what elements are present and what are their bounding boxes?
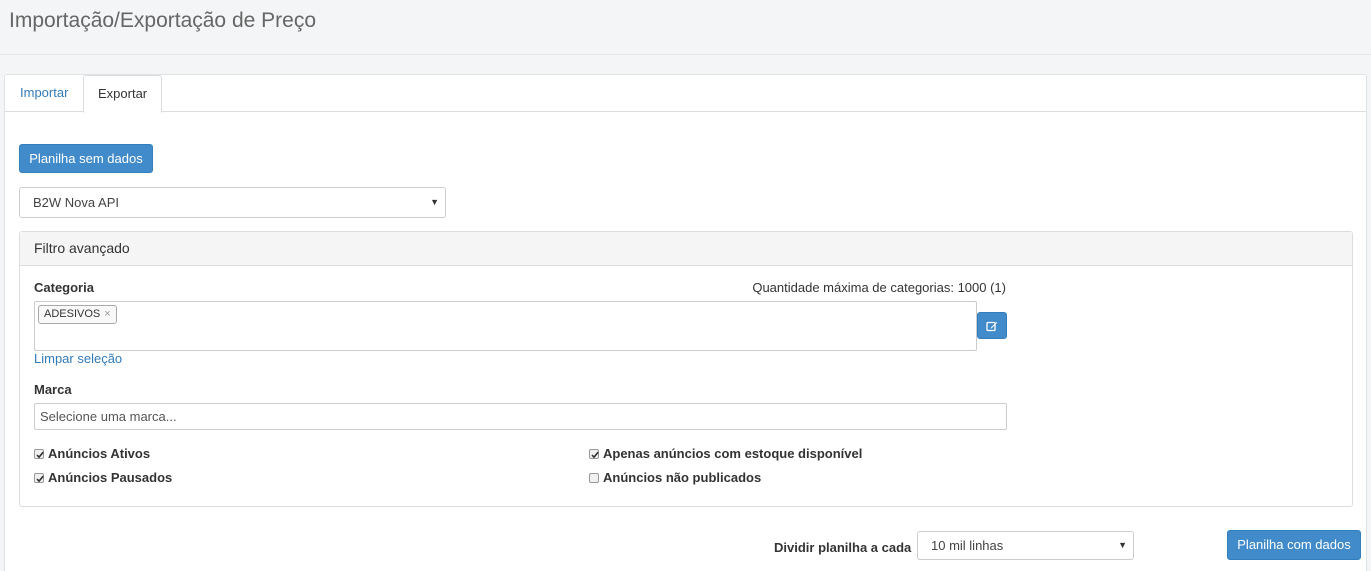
stock-only-checkbox[interactable]: Apenas anúncios com estoque disponível bbox=[589, 446, 862, 461]
split-label: Dividir planilha a cada bbox=[774, 540, 912, 555]
caret-down-icon: ▼ bbox=[430, 197, 439, 207]
checkbox-checked-icon bbox=[34, 472, 44, 483]
active-ads-label: Anúncios Ativos bbox=[48, 446, 151, 461]
brand-label: Marca bbox=[34, 382, 72, 397]
active-ads-checkbox[interactable]: Anúncios Ativos bbox=[34, 446, 150, 461]
split-select[interactable]: 10 mil linhas ▼ bbox=[917, 531, 1134, 560]
empty-sheet-button[interactable]: Planilha sem dados bbox=[19, 144, 153, 173]
page-header: Importação/Exportação de Preço bbox=[0, 0, 1371, 55]
checkbox-checked-icon bbox=[34, 448, 44, 459]
category-tag: ADESIVOS × bbox=[38, 305, 117, 324]
advanced-filter-heading: Filtro avançado bbox=[20, 232, 1352, 266]
export-card: Importar Exportar Planilha sem dados B2W… bbox=[4, 74, 1367, 571]
edit-icon bbox=[986, 321, 998, 331]
category-label: Categoria bbox=[34, 280, 94, 295]
marketplace-select[interactable]: B2W Nova API ▼ bbox=[19, 187, 446, 218]
page-title: Importação/Exportação de Preço bbox=[9, 9, 317, 32]
tab-exportar[interactable]: Exportar bbox=[83, 75, 163, 113]
brand-input[interactable] bbox=[34, 403, 1007, 430]
tag-remove-icon[interactable]: × bbox=[104, 308, 110, 320]
category-max-text: Quantidade máxima de categorias: 1000 (1… bbox=[752, 280, 1006, 295]
split-select-value: 10 mil linhas bbox=[931, 538, 1004, 553]
checkbox-unchecked-icon bbox=[589, 472, 599, 483]
category-tag-input[interactable]: ADESIVOS × bbox=[34, 301, 977, 351]
paused-ads-label: Anúncios Pausados bbox=[48, 470, 173, 485]
advanced-filter-panel: Filtro avançado Categoria Quantidade máx… bbox=[19, 231, 1353, 507]
tab-importar[interactable]: Importar bbox=[6, 75, 82, 112]
marketplace-select-value: B2W Nova API bbox=[33, 195, 119, 210]
category-edit-button[interactable] bbox=[977, 312, 1007, 339]
unpublished-ads-label: Anúncios não publicados bbox=[603, 470, 762, 485]
clear-selection-link[interactable]: Limpar seleção bbox=[34, 351, 122, 366]
caret-down-icon: ▼ bbox=[1118, 540, 1127, 550]
unpublished-ads-checkbox[interactable]: Anúncios não publicados bbox=[589, 470, 761, 485]
category-tag-label: ADESIVOS bbox=[44, 308, 101, 320]
tab-bar: Importar Exportar bbox=[5, 75, 1366, 113]
stock-only-label: Apenas anúncios com estoque disponível bbox=[603, 446, 863, 461]
checkbox-checked-icon bbox=[589, 448, 599, 459]
with-data-button[interactable]: Planilha com dados bbox=[1227, 530, 1361, 560]
paused-ads-checkbox[interactable]: Anúncios Pausados bbox=[34, 470, 172, 485]
